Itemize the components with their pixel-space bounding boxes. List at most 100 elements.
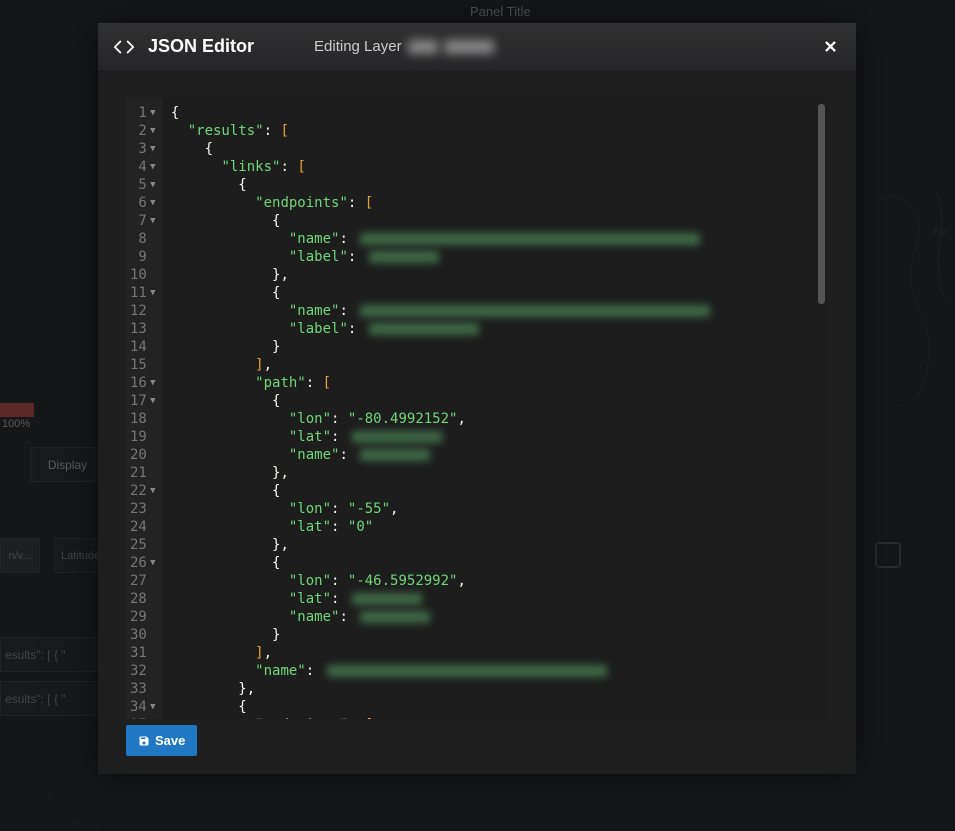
gutter-line: 28 — [130, 590, 157, 608]
gutter-line: 9 — [130, 248, 157, 266]
code-line[interactable]: "path": [ — [171, 374, 818, 392]
code-line[interactable]: "lon": "-46.5952992", — [171, 572, 818, 590]
fold-icon[interactable]: ▼ — [149, 482, 157, 500]
code-line[interactable]: "name": — [171, 230, 818, 248]
code-line[interactable]: "name": — [171, 608, 818, 626]
gutter-line: 24 — [130, 518, 157, 536]
save-button[interactable]: Save — [126, 725, 197, 756]
fold-icon[interactable]: ▼ — [149, 122, 157, 140]
code-line[interactable]: "label": — [171, 320, 818, 338]
gutter-line: 15 — [130, 356, 157, 374]
fold-icon[interactable]: ▼ — [149, 374, 157, 392]
gutter-line: 4▼ — [130, 158, 157, 176]
code-line[interactable]: { — [171, 482, 818, 500]
code-line[interactable]: "name": — [171, 446, 818, 464]
json-snippet-1: esults": [ { " — [0, 637, 100, 672]
code-line[interactable]: "lon": "-80.4992152", — [171, 410, 818, 428]
code-editor[interactable]: 1▼2▼3▼4▼5▼6▼7▼891011▼1213141516▼17▼18192… — [126, 98, 828, 719]
modal-body: 1▼2▼3▼4▼5▼6▼7▼891011▼1213141516▼17▼18192… — [98, 70, 856, 774]
checkbox-toggle[interactable] — [875, 542, 901, 568]
save-button-label: Save — [155, 733, 185, 748]
gutter-line: 11▼ — [130, 284, 157, 302]
gutter-line: 21 — [130, 464, 157, 482]
fold-icon[interactable]: ▼ — [149, 698, 157, 716]
code-line[interactable]: "label": — [171, 248, 818, 266]
gutter-line: 19 — [130, 428, 157, 446]
redacted-text — [444, 40, 494, 54]
code-line[interactable]: "lon": "-55", — [171, 500, 818, 518]
gutter-line: 7▼ — [130, 212, 157, 230]
fold-icon[interactable]: ▼ — [149, 158, 157, 176]
redacted-text — [408, 40, 438, 54]
gutter-line: 29 — [130, 608, 157, 626]
svg-text:For: For — [933, 227, 949, 238]
fold-icon[interactable]: ▼ — [149, 284, 157, 302]
fold-icon[interactable]: ▼ — [149, 194, 157, 212]
code-line[interactable]: { — [171, 554, 818, 572]
code-line[interactable]: "lat": — [171, 428, 818, 446]
gutter-line: 33 — [130, 680, 157, 698]
code-line[interactable]: ], — [171, 644, 818, 662]
code-line[interactable]: "endpoints": [ — [171, 716, 818, 719]
gutter-line: 18 — [130, 410, 157, 428]
code-line[interactable]: ], — [171, 356, 818, 374]
tab-display[interactable]: Display — [30, 447, 105, 482]
code-line[interactable]: "links": [ — [171, 158, 818, 176]
editor-scrollbar[interactable] — [818, 104, 825, 304]
code-line[interactable]: } — [171, 338, 818, 356]
code-icon — [112, 35, 136, 59]
code-line[interactable]: }, — [171, 266, 818, 284]
legend-percent: 100% — [2, 418, 30, 430]
gutter-line: 22▼ — [130, 482, 157, 500]
gutter-line: 10 — [130, 266, 157, 284]
fold-icon[interactable]: ▼ — [149, 392, 157, 410]
gutter-line: 35▼ — [130, 716, 157, 719]
code-line[interactable]: { — [171, 176, 818, 194]
gutter-line: 12 — [130, 302, 157, 320]
code-line[interactable]: }, — [171, 680, 818, 698]
code-line[interactable]: }, — [171, 464, 818, 482]
field-nv[interactable]: n/v... — [0, 538, 40, 573]
fold-icon[interactable]: ▼ — [149, 554, 157, 572]
editor-code-area[interactable]: { "results": [ { "links": [ { "endpoints… — [163, 98, 828, 719]
redacted-value — [369, 251, 439, 263]
code-line[interactable]: { — [171, 212, 818, 230]
fold-icon[interactable]: ▼ — [149, 140, 157, 158]
redacted-value — [360, 233, 700, 245]
redacted-value — [360, 449, 430, 461]
modal-header: JSON Editor Editing Layer — [98, 23, 856, 70]
fold-icon[interactable]: ▼ — [149, 104, 157, 122]
panel-title: Panel Title — [470, 4, 531, 19]
code-line[interactable]: "endpoints": [ — [171, 194, 818, 212]
code-line[interactable]: { — [171, 392, 818, 410]
code-line[interactable]: }, — [171, 536, 818, 554]
code-line[interactable]: { — [171, 104, 818, 122]
gutter-line: 6▼ — [130, 194, 157, 212]
code-line[interactable]: "name": — [171, 662, 818, 680]
code-line[interactable]: { — [171, 140, 818, 158]
fold-icon[interactable]: ▼ — [149, 212, 157, 230]
gutter-line: 31 — [130, 644, 157, 662]
gutter-line: 20 — [130, 446, 157, 464]
code-line[interactable]: { — [171, 284, 818, 302]
gutter-line: 17▼ — [130, 392, 157, 410]
redacted-value — [369, 323, 479, 335]
code-line[interactable]: "results": [ — [171, 122, 818, 140]
code-line[interactable]: } — [171, 626, 818, 644]
code-line[interactable]: "lat": — [171, 590, 818, 608]
gutter-line: 30 — [130, 626, 157, 644]
redacted-value — [352, 593, 422, 605]
code-line[interactable]: { — [171, 698, 818, 716]
modal-subtitle: Editing Layer — [314, 38, 494, 55]
gutter-line: 23 — [130, 500, 157, 518]
fold-icon[interactable]: ▼ — [149, 176, 157, 194]
close-button[interactable] — [820, 36, 840, 56]
fold-icon[interactable]: ▼ — [149, 716, 157, 719]
save-icon — [138, 735, 150, 747]
map-background: For — [875, 180, 955, 420]
legend-swatch — [0, 403, 34, 417]
code-line[interactable]: "name": — [171, 302, 818, 320]
gutter-line: 16▼ — [130, 374, 157, 392]
code-line[interactable]: "lat": "0" — [171, 518, 818, 536]
json-editor-modal: JSON Editor Editing Layer 1▼2▼3▼4▼5▼6▼7▼… — [98, 23, 856, 774]
